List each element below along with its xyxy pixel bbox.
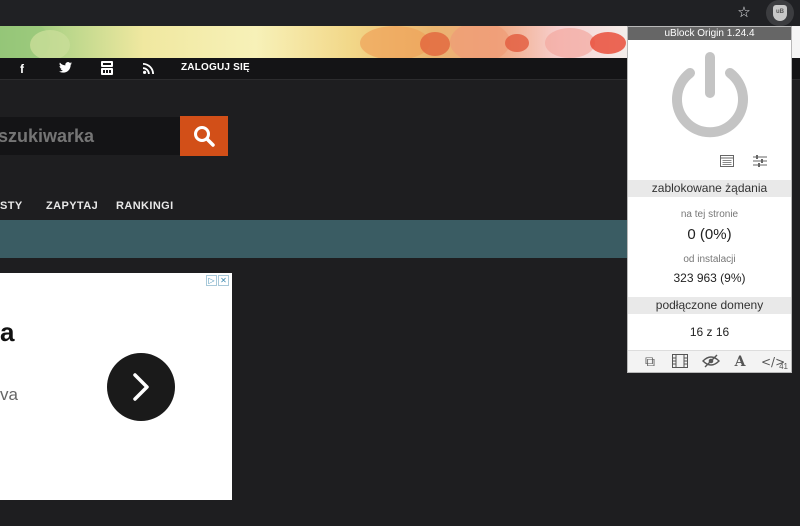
ad-next-button[interactable] <box>107 353 175 421</box>
media-toggle-icon[interactable] <box>671 354 689 370</box>
ublock-icon: uB <box>773 5 787 21</box>
remote-fonts-icon[interactable]: A <box>731 354 749 370</box>
logger-icon[interactable] <box>720 154 734 168</box>
browser-toolbar: ☆ uB <box>0 0 800 26</box>
rss-icon[interactable] <box>143 62 154 78</box>
dashboard-settings-icon[interactable] <box>753 154 767 168</box>
blocked-requests-header: zablokowane żądania <box>628 180 791 197</box>
ad-close-icon[interactable]: ✕ <box>218 275 229 286</box>
ad-info-icon[interactable]: ▷ <box>206 275 217 286</box>
domains-header: podłączone domeny <box>628 297 791 314</box>
ublock-popup: uBlock Origin 1.24.4 zablokowane żądania… <box>627 26 792 373</box>
popups-toggle-icon[interactable]: ⧉ <box>641 354 659 370</box>
ad-heading: a <box>0 317 15 347</box>
since-install-label: od instalacji <box>683 254 736 265</box>
teal-strip <box>0 220 627 258</box>
facebook-icon[interactable]: f <box>20 61 24 77</box>
search-button[interactable] <box>180 116 228 156</box>
scripts-count: 41 <box>779 362 788 371</box>
login-link[interactable]: ZALOGUJ SIĘ <box>181 62 250 73</box>
twitter-icon[interactable] <box>59 61 72 77</box>
menu-item-rankingi[interactable]: RANKINGI <box>116 200 174 212</box>
cosmetic-filter-eye-icon[interactable] <box>702 354 720 370</box>
advertisement[interactable]: ▷ ✕ a va <box>0 273 232 500</box>
on-page-label: na tej stronie <box>680 209 739 220</box>
menu-item-testy[interactable]: STY <box>0 200 23 212</box>
bookmark-star-icon[interactable]: ☆ <box>736 4 752 20</box>
ublock-title: uBlock Origin 1.24.4 <box>628 27 791 40</box>
search-input[interactable] <box>0 117 180 155</box>
javascript-toggle-icon[interactable]: </> <box>761 354 785 370</box>
menu-item-zapytaj[interactable]: ZAPYTAJ <box>46 200 98 212</box>
chevron-right-icon <box>133 373 149 401</box>
ublock-bottom-toolbar: ⧉ A </> 41 <box>628 350 791 372</box>
search-icon <box>194 126 215 147</box>
youtube-icon[interactable] <box>101 61 113 79</box>
ublock-extension-button[interactable]: uB <box>766 0 794 26</box>
ad-choices[interactable]: ▷ ✕ <box>206 275 230 287</box>
on-page-value: 0 (0%) <box>687 226 732 243</box>
power-button[interactable] <box>666 51 754 139</box>
ad-subtext: va <box>0 385 18 404</box>
domains-value: 16 z 16 <box>689 325 730 339</box>
since-install-value: 323 963 (9%) <box>673 271 746 285</box>
